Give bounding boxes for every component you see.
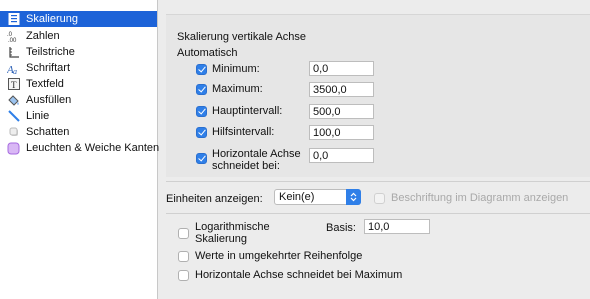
sidebar: Skalierung .0.00 Zahlen Teilstriche Aa S…: [0, 0, 160, 299]
base-field[interactable]: 10,0: [364, 219, 430, 234]
sidebar-item-label: Teilstriche: [26, 46, 75, 58]
minor-interval-label: Hilfsintervall:: [212, 126, 275, 138]
divider: [166, 213, 590, 214]
horizontal-crosses-auto-checkbox[interactable]: [196, 153, 207, 164]
minor-interval-field[interactable]: 100,0: [309, 125, 374, 140]
sidebar-item-label: Skalierung: [26, 13, 78, 25]
log-scale-label-line1: Logarithmische: [195, 221, 270, 233]
scale-icon: [7, 13, 20, 26]
sidebar-item-textfeld[interactable]: T Textfeld: [0, 76, 157, 92]
horizontal-at-max-checkbox[interactable]: [178, 270, 189, 281]
log-scale-checkbox[interactable]: [178, 228, 189, 239]
svg-text:T: T: [11, 80, 17, 90]
reverse-order-label: Werte in umgekehrter Reihenfolge: [195, 250, 363, 262]
sidebar-item-label: Linie: [26, 110, 50, 122]
sidebar-item-label: Schatten: [26, 126, 70, 138]
sidebar-item-schatten[interactable]: Schatten: [0, 124, 157, 140]
sidebar-item-teilstriche[interactable]: Teilstriche: [0, 44, 157, 60]
chevron-updown-icon: [346, 189, 361, 205]
log-scale-label-line2: Skalierung: [195, 233, 247, 245]
sidebar-item-skalierung[interactable]: Skalierung: [0, 11, 157, 27]
font-icon: Aa: [7, 62, 20, 75]
show-label-in-chart-checkbox[interactable]: [374, 193, 385, 204]
units-select[interactable]: Kein(e): [274, 189, 361, 205]
numbers-icon: .0.00: [7, 30, 20, 43]
sidebar-item-ausfuellen[interactable]: Ausfüllen: [0, 92, 157, 108]
minimum-field[interactable]: 0,0: [309, 61, 374, 76]
line-icon: [7, 110, 20, 123]
base-label: Basis:: [326, 222, 356, 234]
sidebar-item-zahlen[interactable]: .0.00 Zahlen: [0, 28, 157, 44]
svg-text:.00: .00: [8, 38, 17, 43]
automatic-label: Automatisch: [177, 47, 238, 59]
major-interval-auto-checkbox[interactable]: [196, 106, 207, 117]
glow-icon: [7, 142, 20, 155]
maximum-auto-checkbox[interactable]: [196, 84, 207, 95]
divider: [166, 181, 590, 182]
maximum-field[interactable]: 3500,0: [309, 82, 374, 97]
fill-bucket-icon: [7, 94, 20, 107]
minor-interval-auto-checkbox[interactable]: [196, 127, 207, 138]
sidebar-item-label: Ausfüllen: [26, 94, 72, 106]
major-interval-field[interactable]: 500,0: [309, 104, 374, 119]
shadow-icon: [7, 126, 20, 139]
horizontal-at-max-label: Horizontale Achse schneidet bei Maximum: [195, 269, 403, 281]
minimum-label: Minimum:: [212, 63, 260, 75]
tick-marks-icon: [7, 46, 20, 59]
sidebar-item-schriftart[interactable]: Aa Schriftart: [0, 60, 157, 76]
sidebar-item-label: Zahlen: [26, 30, 60, 42]
horizontal-crosses-label-line2: schneidet bei:: [212, 160, 280, 172]
svg-text:a: a: [13, 67, 17, 75]
reverse-order-checkbox[interactable]: [178, 251, 189, 262]
sidebar-item-label: Schriftart: [26, 62, 71, 74]
sidebar-item-linie[interactable]: Linie: [0, 108, 157, 124]
horizontal-crosses-label-line1: Horizontale Achse: [212, 148, 301, 160]
units-label: Einheiten anzeigen:: [166, 193, 263, 205]
settings-panel: Skalierung vertikale Achse Automatisch M…: [166, 14, 590, 299]
horizontal-crosses-field[interactable]: 0,0: [309, 148, 374, 163]
major-interval-label: Hauptintervall:: [212, 105, 283, 117]
units-select-value: Kein(e): [279, 191, 315, 203]
show-label-in-chart-label: Beschriftung im Diagramm anzeigen: [391, 192, 569, 204]
maximum-label: Maximum:: [212, 83, 263, 95]
section-title: Skalierung vertikale Achse: [177, 31, 307, 43]
minimum-auto-checkbox[interactable]: [196, 64, 207, 75]
textbox-icon: T: [7, 78, 20, 91]
sidebar-item-label: Textfeld: [26, 78, 64, 90]
sidebar-item-leuchten[interactable]: Leuchten & Weiche Kanten: [0, 140, 160, 156]
sidebar-item-label: Leuchten & Weiche Kanten: [26, 142, 160, 154]
